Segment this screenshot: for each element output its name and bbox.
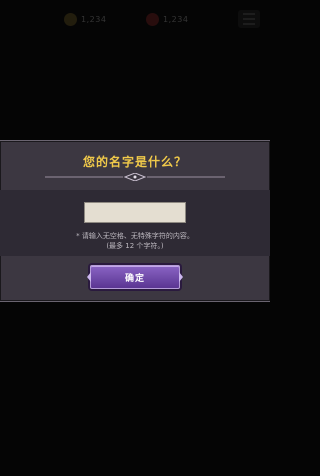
gem-stat: 1,234 bbox=[146, 11, 188, 27]
gem-value: 1,234 bbox=[163, 14, 189, 24]
gem-icon bbox=[146, 12, 159, 26]
name-input[interactable] bbox=[84, 202, 186, 223]
hint-line-2: (最多 12 个字符。) bbox=[106, 242, 164, 250]
button-right-cap-icon bbox=[179, 272, 183, 282]
gold-stat: 1,234 bbox=[64, 11, 106, 27]
top-hud: 1,234 1,234 bbox=[0, 0, 270, 38]
button-left-cap-icon bbox=[87, 272, 91, 282]
menu-icon bbox=[243, 13, 255, 15]
menu-button[interactable] bbox=[238, 10, 260, 28]
input-hint: * 请输入无空格、无特殊字符的内容。 (最多 12 个字符。) bbox=[0, 231, 270, 251]
gold-value: 1,234 bbox=[81, 14, 107, 24]
gold-icon bbox=[64, 12, 77, 26]
confirm-label: 确定 bbox=[124, 273, 145, 284]
name-dialog: 您的名字是什么？ * 请输入无空格、无特殊字符的内容。 (最多 12 个字符。)… bbox=[0, 140, 270, 302]
confirm-button[interactable]: 确定 bbox=[87, 265, 183, 289]
hint-line-1: * 请输入无空格、无特殊字符的内容。 bbox=[76, 232, 194, 240]
ornament-divider-icon bbox=[45, 173, 225, 181]
dialog-title: 您的名字是什么？ bbox=[82, 155, 187, 169]
